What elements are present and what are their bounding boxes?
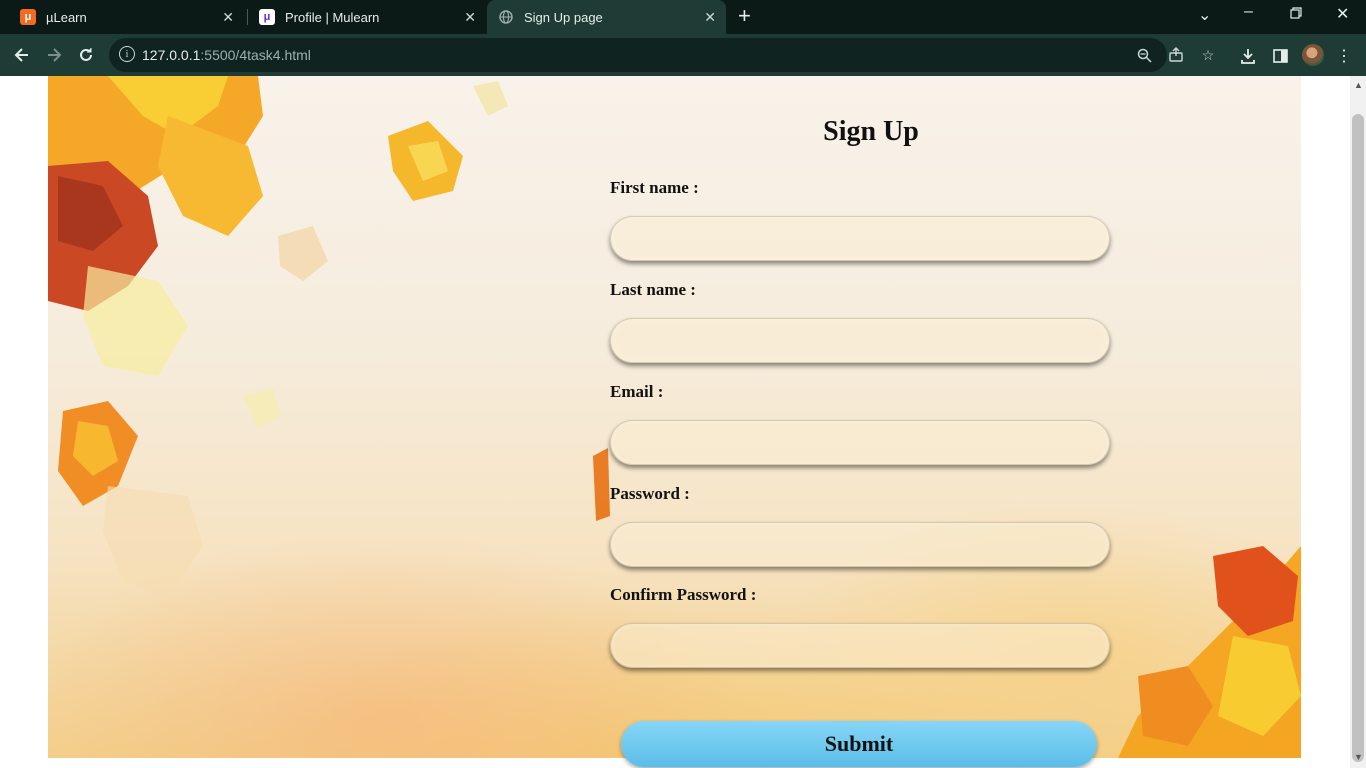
first-name-label: First name : xyxy=(610,178,699,197)
url-host: 127.0.0.1 xyxy=(142,47,201,63)
mulearn-favicon: μ xyxy=(259,9,275,25)
sign-up-form: Sign Up First name : Last name : Email :… xyxy=(610,76,1132,768)
address-bar[interactable]: i 127.0.0.1:5500/4task4.html ☆ xyxy=(109,38,1214,72)
autumn-background: Sign Up First name : Last name : Email :… xyxy=(48,76,1301,767)
site-info-icon[interactable]: i xyxy=(119,46,135,62)
zoom-icon[interactable] xyxy=(1135,46,1153,64)
close-icon[interactable]: ✕ xyxy=(464,9,476,26)
page-title: Sign Up xyxy=(823,116,919,147)
last-name-input[interactable] xyxy=(610,318,1110,363)
side-panel-icon[interactable] xyxy=(1270,46,1290,66)
password-label: Password : xyxy=(610,484,690,503)
tab-profile-mulearn[interactable]: μ Profile | Mulearn ✕ xyxy=(248,0,486,34)
tab-strip: μ µLearn ✕ μ Profile | Mulearn ✕ Sign Up… xyxy=(0,0,1366,34)
first-name-input[interactable] xyxy=(610,216,1110,261)
back-icon[interactable] xyxy=(10,43,34,67)
close-icon[interactable]: ✕ xyxy=(222,9,234,26)
new-tab-icon[interactable]: + xyxy=(738,5,751,27)
scrollbar-thumb[interactable] xyxy=(1352,114,1364,762)
url-path: :5500/4task4.html xyxy=(200,47,311,63)
tab-title: µLearn xyxy=(46,9,87,25)
share-icon[interactable] xyxy=(1167,46,1185,64)
menu-icon[interactable]: ⋮ xyxy=(1334,46,1354,66)
globe-icon xyxy=(498,9,514,25)
download-icon[interactable] xyxy=(1238,46,1258,66)
mulearn-favicon: μ xyxy=(20,9,36,25)
page-viewport: Sign Up First name : Last name : Email :… xyxy=(0,76,1350,768)
tab-title: Profile | Mulearn xyxy=(285,9,380,25)
close-icon[interactable]: ✕ xyxy=(704,9,716,26)
url-text[interactable]: 127.0.0.1:5500/4task4.html xyxy=(142,47,311,63)
password-input[interactable] xyxy=(610,522,1110,567)
email-label: Email : xyxy=(610,382,664,401)
forward-icon[interactable] xyxy=(42,43,66,67)
tab-sign-up-page[interactable]: Sign Up page ✕ xyxy=(487,0,726,34)
confirm-password-input[interactable] xyxy=(610,623,1110,668)
page-scrollbar[interactable]: ▲ ▼ xyxy=(1350,76,1366,768)
profile-avatar[interactable] xyxy=(1302,44,1324,66)
browser-toolbar: i 127.0.0.1:5500/4task4.html ☆ ⋮ xyxy=(0,34,1366,76)
bookmark-star-icon[interactable]: ☆ xyxy=(1199,46,1217,64)
reload-icon[interactable] xyxy=(74,43,98,67)
minimize-icon[interactable]: – xyxy=(1244,3,1253,21)
tab-search-chevron-icon[interactable]: ⌄ xyxy=(1198,5,1211,25)
tab-mulearn[interactable]: μ µLearn ✕ xyxy=(8,0,244,34)
confirm-password-label: Confirm Password : xyxy=(610,585,757,604)
submit-button[interactable]: Submit xyxy=(621,721,1097,767)
scroll-down-icon[interactable]: ▼ xyxy=(1354,752,1363,762)
restore-icon[interactable] xyxy=(1290,6,1302,24)
email-input[interactable] xyxy=(610,420,1110,465)
last-name-label: Last name : xyxy=(610,280,696,299)
scroll-up-icon[interactable]: ▲ xyxy=(1354,80,1363,90)
close-window-icon[interactable]: ✕ xyxy=(1336,4,1349,24)
tab-title: Sign Up page xyxy=(524,9,603,25)
